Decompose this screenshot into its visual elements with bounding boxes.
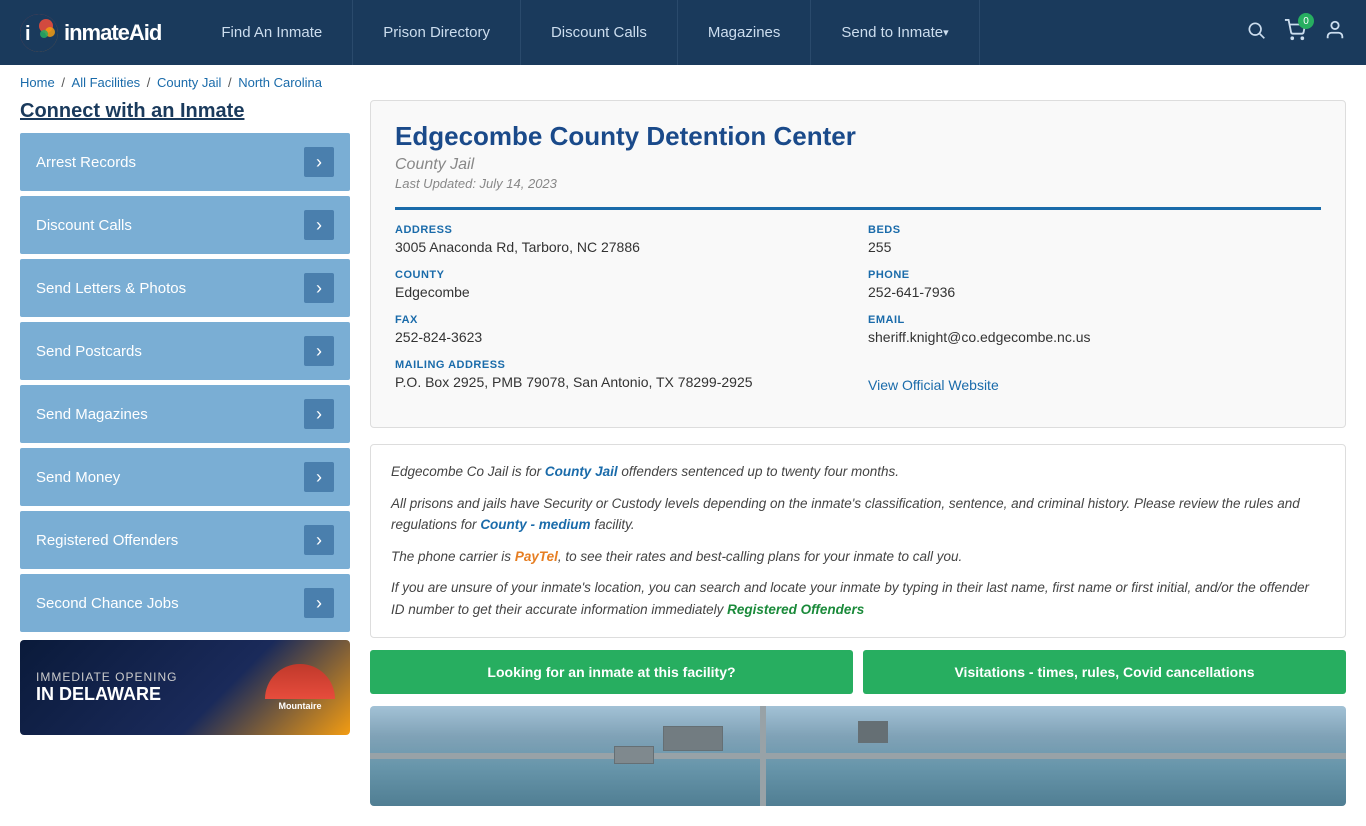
search-icon[interactable]: [1246, 20, 1266, 45]
desc-1: Edgecombe Co Jail is for County Jail off…: [391, 461, 1325, 483]
facility-type: County Jail: [395, 156, 1321, 174]
county-jail-link[interactable]: County Jail: [545, 464, 618, 479]
mailing-block: MAILING ADDRESS P.O. Box 2925, PMB 79078…: [395, 359, 848, 393]
cart-badge: 0: [1298, 13, 1314, 29]
svg-text:i: i: [25, 23, 31, 45]
arrow-icon: ›: [304, 399, 334, 429]
arrow-icon: ›: [304, 588, 334, 618]
logo-text: inmateAid: [64, 20, 161, 46]
fax-label: FAX: [395, 314, 848, 326]
desc-4: If you are unsure of your inmate's locat…: [391, 577, 1325, 620]
sidebar-item-second-chance[interactable]: Second Chance Jobs ›: [20, 574, 350, 632]
county-value: Edgecombe: [395, 284, 848, 300]
email-label: EMAIL: [868, 314, 1321, 326]
cart-icon[interactable]: 0: [1284, 19, 1306, 46]
address-label: ADDRESS: [395, 224, 848, 236]
nav-discount-calls[interactable]: Discount Calls: [521, 0, 678, 65]
website-block: View Official Website: [868, 359, 1321, 393]
page-body: Connect with an Inmate Arrest Records › …: [0, 100, 1366, 826]
county-block: COUNTY Edgecombe: [395, 269, 848, 300]
logo-icon: i: [20, 14, 58, 52]
facility-card: Edgecombe County Detention Center County…: [370, 100, 1346, 428]
breadcrumb-all-facilities[interactable]: All Facilities: [72, 75, 141, 90]
facility-name: Edgecombe County Detention Center: [395, 121, 1321, 152]
beds-label: BEDS: [868, 224, 1321, 236]
arrow-icon: ›: [304, 273, 334, 303]
sidebar-item-send-money[interactable]: Send Money ›: [20, 448, 350, 506]
fax-block: FAX 252-824-3623: [395, 314, 848, 345]
phone-value: 252-641-7936: [868, 284, 1321, 300]
arrow-icon: ›: [304, 210, 334, 240]
arrow-icon: ›: [304, 336, 334, 366]
desc-2: All prisons and jails have Security or C…: [391, 493, 1325, 536]
main-content: Edgecombe County Detention Center County…: [370, 100, 1346, 806]
desc-3: The phone carrier is PayTel, to see thei…: [391, 546, 1325, 568]
main-nav: i inmateAid Find An Inmate Prison Direct…: [0, 0, 1366, 65]
paytel-link[interactable]: PayTel: [515, 549, 558, 564]
sidebar-item-registered-offenders[interactable]: Registered Offenders ›: [20, 511, 350, 569]
county-medium-link[interactable]: County - medium: [480, 517, 590, 532]
mailing-value: P.O. Box 2925, PMB 79078, San Antonio, T…: [395, 374, 848, 390]
ad-logo: Mountaire: [260, 658, 340, 718]
email-value: sheriff.knight@co.edgecombe.nc.us: [868, 329, 1321, 345]
sidebar-item-send-postcards[interactable]: Send Postcards ›: [20, 322, 350, 380]
fax-value: 252-824-3623: [395, 329, 848, 345]
nav-magazines[interactable]: Magazines: [678, 0, 812, 65]
arrow-icon: ›: [304, 147, 334, 177]
breadcrumb-north-carolina[interactable]: North Carolina: [238, 75, 322, 90]
nav-find-inmate[interactable]: Find An Inmate: [191, 0, 353, 65]
beds-value: 255: [868, 239, 1321, 255]
sidebar-item-arrest-records[interactable]: Arrest Records ›: [20, 133, 350, 191]
info-grid: ADDRESS 3005 Anaconda Rd, Tarboro, NC 27…: [395, 207, 1321, 393]
address-value: 3005 Anaconda Rd, Tarboro, NC 27886: [395, 239, 848, 255]
sidebar-item-send-magazines[interactable]: Send Magazines ›: [20, 385, 350, 443]
sidebar-title: Connect with an Inmate: [20, 100, 350, 123]
beds-block: BEDS 255: [868, 224, 1321, 255]
sidebar: Connect with an Inmate Arrest Records › …: [20, 100, 350, 806]
facility-image: [370, 706, 1346, 806]
nav-send-to-inmate[interactable]: Send to Inmate: [811, 0, 979, 65]
ad-banner[interactable]: IMMEDIATE OPENING IN DELAWARE Mountaire: [20, 640, 350, 735]
address-block: ADDRESS 3005 Anaconda Rd, Tarboro, NC 27…: [395, 224, 848, 255]
phone-label: PHONE: [868, 269, 1321, 281]
phone-block: PHONE 252-641-7936: [868, 269, 1321, 300]
nav-links: Find An Inmate Prison Directory Discount…: [191, 0, 1246, 65]
find-inmate-button[interactable]: Looking for an inmate at this facility?: [370, 650, 853, 694]
mailing-label: MAILING ADDRESS: [395, 359, 848, 371]
county-label: COUNTY: [395, 269, 848, 281]
nav-icons: 0: [1246, 19, 1346, 46]
breadcrumb: Home / All Facilities / County Jail / No…: [0, 65, 1366, 100]
description-section: Edgecombe Co Jail is for County Jail off…: [370, 444, 1346, 638]
arrow-icon: ›: [304, 462, 334, 492]
facility-updated: Last Updated: July 14, 2023: [395, 176, 1321, 191]
arrow-icon: ›: [304, 525, 334, 555]
registered-offenders-link[interactable]: Registered Offenders: [727, 602, 864, 617]
user-icon[interactable]: [1324, 19, 1346, 46]
cta-buttons: Looking for an inmate at this facility? …: [370, 650, 1346, 694]
visitations-button[interactable]: Visitations - times, rules, Covid cancel…: [863, 650, 1346, 694]
email-block: EMAIL sheriff.knight@co.edgecombe.nc.us: [868, 314, 1321, 345]
logo[interactable]: i inmateAid: [20, 14, 161, 52]
breadcrumb-county-jail[interactable]: County Jail: [157, 75, 221, 90]
nav-prison-directory[interactable]: Prison Directory: [353, 0, 521, 65]
sidebar-item-send-letters[interactable]: Send Letters & Photos ›: [20, 259, 350, 317]
sidebar-item-discount-calls[interactable]: Discount Calls ›: [20, 196, 350, 254]
breadcrumb-home[interactable]: Home: [20, 75, 55, 90]
website-link[interactable]: View Official Website: [868, 377, 999, 393]
